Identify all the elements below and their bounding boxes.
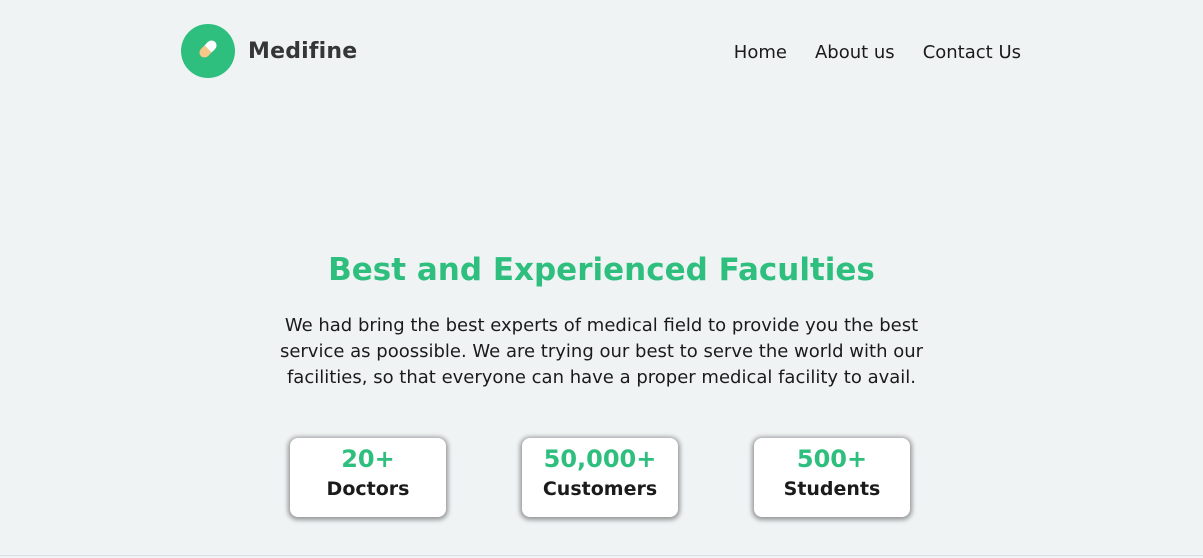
logo-badge bbox=[181, 24, 235, 78]
stat-value: 20+ bbox=[341, 445, 395, 473]
logo[interactable]: Medifine bbox=[181, 24, 357, 78]
stat-value: 500+ bbox=[796, 445, 868, 473]
stat-label: Customers bbox=[542, 478, 658, 500]
brand-name: Medifine bbox=[248, 38, 358, 64]
stat-card-students: 500+ Students bbox=[754, 438, 910, 517]
section-divider bbox=[0, 555, 1203, 556]
main-nav: Home About us Contact Us bbox=[734, 42, 1021, 63]
stat-card-doctors: 20+ Doctors bbox=[290, 438, 446, 517]
pill-icon bbox=[195, 36, 221, 66]
stat-value: 50,000+ bbox=[543, 445, 657, 473]
hero-title: Best and Experienced Faculties bbox=[328, 252, 875, 288]
stat-card-customers: 50,000+ Customers bbox=[522, 438, 678, 517]
nav-about-link[interactable]: About us bbox=[815, 42, 895, 63]
hero-description: We had bring the best experts of medical… bbox=[279, 315, 924, 388]
stat-label: Students bbox=[783, 478, 881, 500]
nav-contact-link[interactable]: Contact Us bbox=[923, 42, 1021, 63]
stat-label: Doctors bbox=[326, 478, 410, 500]
nav-home-link[interactable]: Home bbox=[734, 42, 787, 63]
stats-row: 20+ Doctors 50,000+ Customers 500+ Stude… bbox=[290, 438, 910, 517]
